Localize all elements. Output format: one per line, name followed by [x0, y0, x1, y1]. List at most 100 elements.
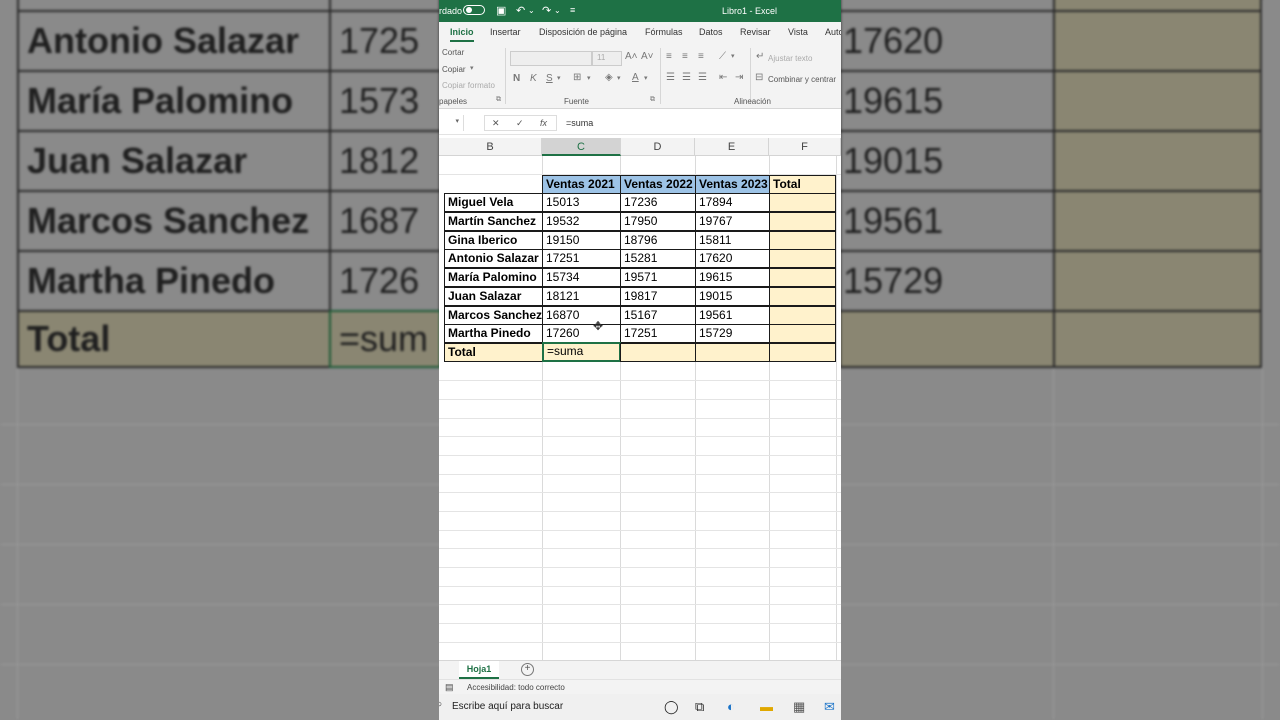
active-cell-total-2021[interactable]: =suma [542, 342, 621, 362]
font-color-icon[interactable]: A [632, 72, 639, 83]
search-icon[interactable]: ○ [439, 699, 442, 710]
clipboard-launcher-icon[interactable]: ⧉ [496, 96, 501, 104]
table-cell-2023[interactable]: 17620 [695, 249, 770, 268]
table-cell-2023[interactable]: 19767 [695, 212, 770, 231]
cortana-icon[interactable]: ◯ [664, 699, 679, 715]
font-color-dropdown-icon[interactable]: ▾ [644, 74, 648, 82]
save-icon[interactable]: ▣ [496, 4, 506, 17]
column-header-c[interactable]: C [542, 138, 621, 156]
table-cell-total[interactable] [769, 268, 836, 287]
table-cell-2022[interactable]: 17236 [620, 193, 696, 212]
total-cell-total[interactable] [769, 343, 836, 362]
enter-icon[interactable]: ✓ [516, 118, 524, 129]
align-left-icon[interactable]: ☰ [666, 72, 675, 83]
column-header-b[interactable]: B [439, 138, 542, 156]
edge-icon[interactable]: ◐ [727, 699, 735, 714]
align-right-icon[interactable]: ☰ [698, 72, 707, 83]
table-cell-total[interactable] [769, 324, 836, 343]
table-cell-2021[interactable]: 17260 [542, 324, 621, 343]
wrap-text-button[interactable]: Ajustar texto [768, 54, 812, 63]
insert-function-icon[interactable]: fx [540, 118, 547, 128]
borders-dropdown-icon[interactable]: ▾ [587, 74, 591, 82]
total-cell-2022[interactable] [620, 343, 696, 362]
table-cell-2021[interactable]: 19150 [542, 231, 621, 250]
task-view-icon[interactable]: ⧉ [695, 699, 704, 715]
table-cell-2023[interactable]: 19015 [695, 287, 770, 306]
decrease-font-icon[interactable]: A˅ [641, 51, 654, 62]
total-row-label[interactable]: Total [444, 343, 543, 362]
worksheet-grid[interactable]: Ventas 2021 Ventas 2022 Ventas 2023 Tota… [439, 156, 841, 660]
orientation-dropdown-icon[interactable]: ▾ [731, 52, 735, 60]
table-cell-total[interactable] [769, 287, 836, 306]
table-cell-2022[interactable]: 15281 [620, 249, 696, 268]
tab-automatizar[interactable]: Autom [825, 27, 841, 37]
table-cell-total[interactable] [769, 306, 836, 325]
table-cell-2022[interactable]: 19571 [620, 268, 696, 287]
table-cell-2021[interactable]: 15734 [542, 268, 621, 287]
table-cell-total[interactable] [769, 193, 836, 212]
table-cell-2023[interactable]: 19615 [695, 268, 770, 287]
header-cell-total[interactable]: Total [769, 175, 836, 194]
increase-font-icon[interactable]: A˄ [625, 51, 638, 62]
table-cell-total[interactable] [769, 231, 836, 250]
table-cell-2023[interactable]: 19561 [695, 306, 770, 325]
table-cell-2022[interactable]: 17251 [620, 324, 696, 343]
tab-datos[interactable]: Datos [699, 27, 723, 37]
align-middle-icon[interactable]: ≡ [682, 51, 688, 62]
column-header-d[interactable]: D [621, 138, 695, 156]
fill-dropdown-icon[interactable]: ▾ [617, 74, 621, 82]
table-row-name[interactable]: Juan Salazar [444, 287, 543, 306]
tab-formulas[interactable]: Fórmulas [645, 27, 683, 37]
table-row-name[interactable]: Martín Sanchez [444, 212, 543, 231]
increase-indent-icon[interactable]: ⇥ [735, 72, 743, 83]
underline-button[interactable]: S [546, 73, 553, 84]
tab-revisar[interactable]: Revisar [740, 27, 771, 37]
table-cell-2023[interactable]: 15811 [695, 231, 770, 250]
align-center-icon[interactable]: ☰ [682, 72, 691, 83]
taskbar-search-input[interactable]: Escribe aquí para buscar [452, 701, 563, 712]
orientation-icon[interactable]: ⟋ [719, 51, 726, 62]
tab-disposicion[interactable]: Disposición de página [539, 27, 627, 37]
table-row-name[interactable]: Miguel Vela [444, 193, 543, 212]
decrease-indent-icon[interactable]: ⇤ [719, 72, 727, 83]
mail-icon[interactable]: ✉ [824, 699, 835, 715]
table-row-name[interactable]: María Palomino [444, 268, 543, 287]
total-cell-2023[interactable] [695, 343, 770, 362]
table-row-name[interactable]: Marcos Sanchez [444, 306, 543, 325]
table-cell-total[interactable] [769, 249, 836, 268]
cut-button[interactable]: Cortar [442, 48, 464, 57]
tab-inicio[interactable]: Inicio [450, 27, 474, 42]
borders-icon[interactable]: ⊞ [573, 72, 581, 83]
table-row-name[interactable]: Martha Pinedo [444, 324, 543, 343]
font-launcher-icon[interactable]: ⧉ [650, 96, 655, 104]
store-icon[interactable]: ▦ [793, 699, 805, 715]
table-cell-2023[interactable]: 15729 [695, 324, 770, 343]
accessibility-status[interactable]: Accesibilidad: todo correcto [467, 683, 565, 692]
merge-icon[interactable]: ⊟ [755, 72, 763, 83]
table-cell-2021[interactable]: 17251 [542, 249, 621, 268]
wrap-text-icon[interactable]: ↵ [756, 51, 764, 62]
cancel-icon[interactable]: ✕ [492, 118, 500, 129]
column-header-e[interactable]: E [695, 138, 769, 156]
formula-input[interactable]: =suma [566, 118, 593, 128]
customize-toolbar-icon[interactable]: ≡ [570, 5, 575, 15]
header-cell-ventas-2021[interactable]: Ventas 2021 [542, 175, 621, 194]
column-header-f[interactable]: F [769, 138, 841, 156]
name-box[interactable]: ▾ [439, 115, 464, 131]
tab-insertar[interactable]: Insertar [490, 27, 521, 37]
undo-icon[interactable]: ↶ [516, 4, 525, 17]
undo-dropdown-icon[interactable]: ⌄ [528, 6, 535, 15]
table-cell-2021[interactable]: 16870 [542, 306, 621, 325]
table-cell-2021[interactable]: 15013 [542, 193, 621, 212]
align-bottom-icon[interactable]: ≡ [698, 51, 704, 62]
add-sheet-icon[interactable]: + [521, 663, 534, 676]
header-cell-ventas-2023[interactable]: Ventas 2023 [695, 175, 770, 194]
table-cell-2021[interactable]: 19532 [542, 212, 621, 231]
merge-center-button[interactable]: Combinar y centrar [768, 75, 836, 84]
table-row-name[interactable]: Gina Iberico [444, 231, 543, 250]
redo-icon[interactable]: ↷ [542, 4, 551, 17]
bold-button[interactable]: N [513, 73, 520, 84]
table-cell-total[interactable] [769, 212, 836, 231]
align-top-icon[interactable]: ≡ [666, 51, 672, 62]
redo-dropdown-icon[interactable]: ⌄ [554, 6, 561, 15]
